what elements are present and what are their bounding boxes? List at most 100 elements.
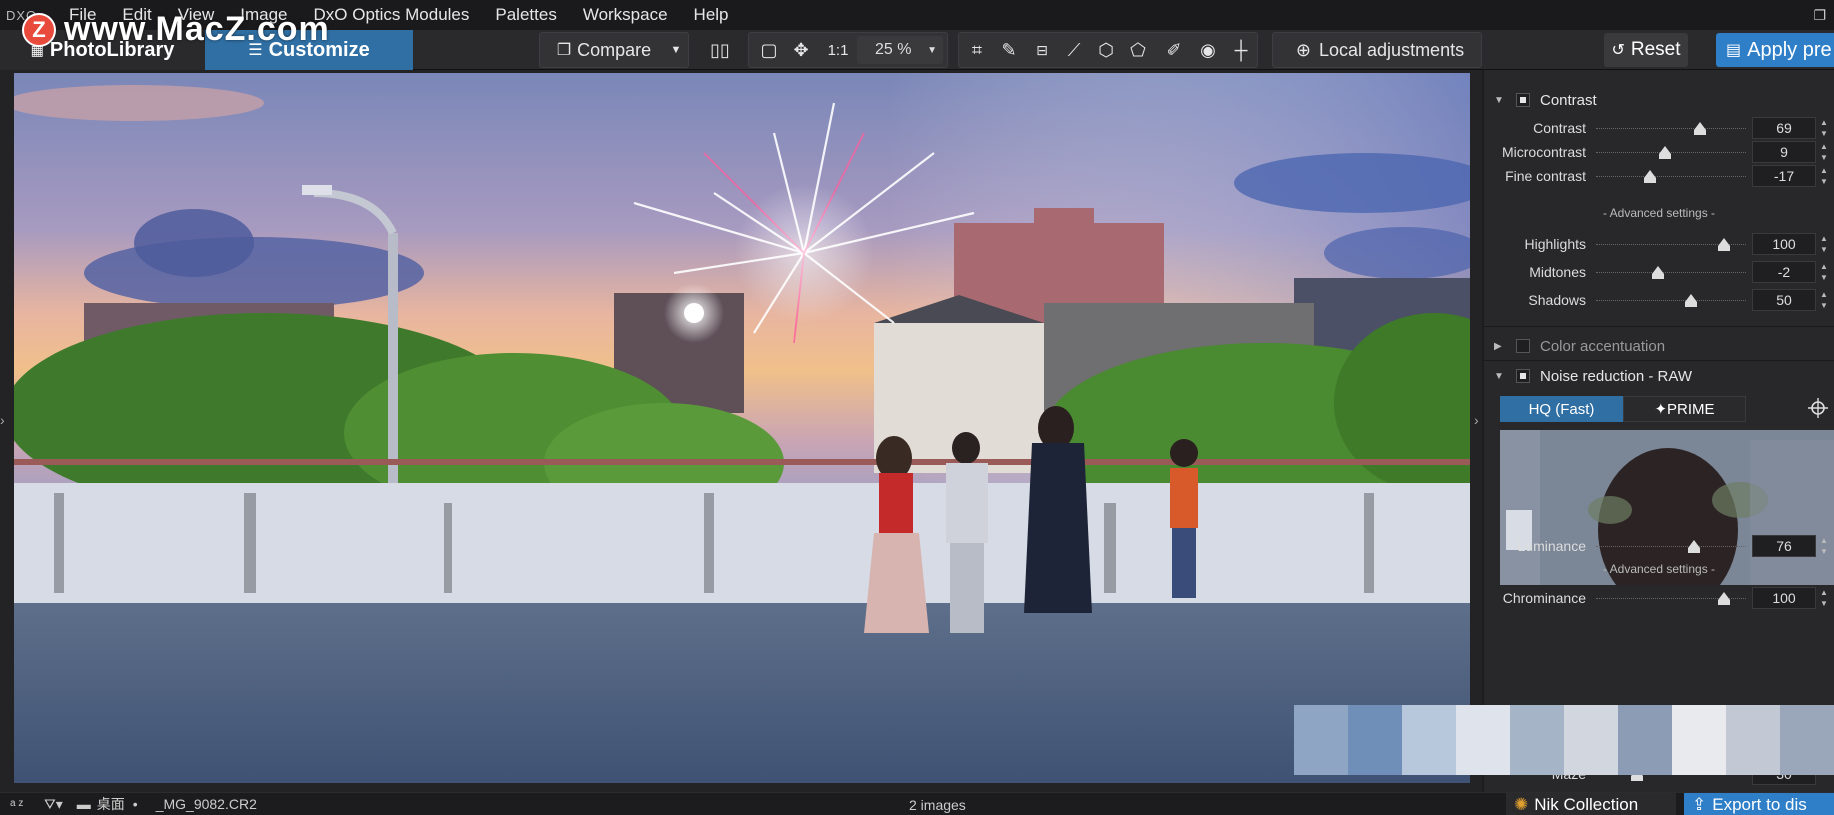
compare-dropdown-icon[interactable]: ▼: [666, 34, 686, 66]
contrast-enable-checkbox[interactable]: [1516, 93, 1530, 107]
value-field[interactable]: 9: [1752, 141, 1816, 163]
slider-thumb[interactable]: [1717, 592, 1730, 605]
folder-icon: ▬: [76, 796, 91, 812]
mode-prime-button[interactable]: ✦PRIME: [1623, 396, 1746, 422]
spinner-icon[interactable]: ▲ ▼: [1818, 261, 1830, 283]
filter-icon[interactable]: ⛛▾: [44, 796, 63, 813]
reset-icon: ↺: [1611, 42, 1625, 59]
menu-palettes[interactable]: Palettes: [482, 0, 569, 30]
watermark: Z www.MacZ.com: [22, 10, 330, 49]
value-field[interactable]: -2: [1752, 261, 1816, 283]
slider-track[interactable]: [1596, 592, 1746, 605]
repair-icon[interactable]: ✐: [1160, 34, 1188, 66]
contrast-advanced-settings[interactable]: - Advanced settings -: [1484, 206, 1834, 220]
value-field[interactable]: 69: [1752, 117, 1816, 139]
value-field[interactable]: 100: [1752, 587, 1816, 609]
settings-panel: ▼ Contrast Contrast 69 ▲ ▼ Microcontrast …: [1484, 70, 1834, 792]
contrast-section-header[interactable]: ▼ Contrast: [1484, 86, 1834, 114]
slider-label: Chrominance: [1502, 590, 1586, 606]
slider-highlights: Highlights 100 ▲ ▼: [1484, 230, 1834, 258]
compare-label: Compare: [577, 39, 652, 60]
photo-preview[interactable]: [14, 73, 1470, 783]
slider-thumb[interactable]: [1644, 170, 1656, 183]
zoom-select[interactable]: 25 % ▼: [857, 36, 943, 64]
slider-track[interactable]: [1596, 122, 1746, 135]
noise-reduction-section-header[interactable]: ▼ Noise reduction - RAW: [1484, 362, 1834, 390]
perspective-rect-icon[interactable]: ⬡: [1092, 34, 1120, 66]
noise-reduction-enable-checkbox[interactable]: [1516, 369, 1530, 383]
one-to-one-button[interactable]: 1:1: [820, 34, 856, 66]
value-field[interactable]: 100: [1752, 233, 1816, 255]
slider-label: Highlights: [1524, 236, 1586, 252]
folder-name[interactable]: 桌面: [97, 794, 125, 814]
spinner-icon[interactable]: ▲ ▼: [1818, 233, 1830, 255]
slider-thumb[interactable]: [1717, 238, 1730, 251]
slider-track[interactable]: [1596, 266, 1746, 279]
slider-thumb[interactable]: [1659, 146, 1671, 159]
nik-collection-button[interactable]: ✺ Nik Collection: [1506, 793, 1676, 815]
move-icon[interactable]: ✥: [788, 34, 814, 66]
split-view-icon[interactable]: ▯▯: [704, 34, 736, 66]
color-accentuation-enable-checkbox[interactable]: [1516, 339, 1530, 353]
section-divider: [1484, 326, 1834, 327]
perspective-icon[interactable]: ⟋: [1060, 34, 1088, 66]
slider-label: Contrast: [1533, 120, 1586, 136]
section-divider: [1484, 360, 1834, 361]
slider-shadows: Shadows 50 ▲ ▼: [1484, 286, 1834, 314]
apply-preset-button[interactable]: ▤ Apply pre: [1716, 33, 1834, 67]
slider-track[interactable]: [1596, 294, 1746, 307]
export-icon: ⇪: [1692, 794, 1707, 814]
left-panel-toggle-icon[interactable]: ›: [0, 412, 5, 428]
menu-workspace[interactable]: Workspace: [570, 0, 681, 30]
collapse-triangle-icon: ▼: [1494, 94, 1504, 106]
slider-thumb[interactable]: [1684, 294, 1697, 307]
slider-midtones: Midtones -2 ▲ ▼: [1484, 258, 1834, 286]
right-panel-toggle-icon[interactable]: ›: [1474, 412, 1479, 428]
guides-icon[interactable]: ┼: [1228, 34, 1254, 66]
menu-help[interactable]: Help: [681, 0, 742, 30]
spinner-icon[interactable]: ▲ ▼: [1818, 165, 1830, 187]
slider-label: Midtones: [1529, 264, 1586, 280]
slider-label: Microcontrast: [1501, 144, 1586, 160]
value-field[interactable]: 50: [1752, 289, 1816, 311]
slider-track[interactable]: [1596, 540, 1746, 553]
local-adjustments-label: Local adjustments: [1319, 39, 1465, 60]
spinner-icon[interactable]: ▲ ▼: [1818, 587, 1830, 609]
restore-window-icon[interactable]: ❐: [1813, 7, 1826, 24]
sort-icon[interactable]: a z: [10, 799, 24, 809]
spinner-icon[interactable]: ▲ ▼: [1818, 535, 1830, 557]
color-accentuation-section-header[interactable]: ▶ Color accentuation: [1484, 332, 1834, 360]
zoom-dropdown-icon: ▼: [927, 44, 937, 56]
value-field[interactable]: -17: [1752, 165, 1816, 187]
horizon-icon[interactable]: ⊟: [1028, 34, 1056, 66]
redaction-overlay: [1294, 705, 1834, 775]
compare-button[interactable]: ❐ Compare: [545, 34, 663, 66]
slider-track[interactable]: [1596, 170, 1746, 183]
slider-thumb[interactable]: [1651, 266, 1664, 279]
fit-screen-icon[interactable]: ▢: [756, 34, 782, 66]
watermark-badge: Z: [22, 12, 56, 47]
spinner-icon[interactable]: ▲ ▼: [1818, 289, 1830, 311]
eyedropper-icon[interactable]: ✎: [996, 34, 1022, 66]
slider-thumb[interactable]: [1687, 540, 1700, 553]
status-bar: a z ⛛▾ ▬ 桌面 • _MG_9082.CR2 2 images ✺ Ni…: [0, 792, 1834, 815]
target-crosshair-icon[interactable]: [1808, 398, 1828, 418]
spinner-icon[interactable]: ▲ ▼: [1818, 117, 1830, 139]
perspective-free-icon[interactable]: ⬠: [1124, 34, 1152, 66]
mode-hq-fast-button[interactable]: HQ (Fast): [1500, 396, 1623, 422]
slider-track[interactable]: [1596, 238, 1746, 251]
value-field[interactable]: 76: [1752, 535, 1816, 557]
noise-advanced-settings[interactable]: - Advanced settings -: [1484, 562, 1834, 576]
spinner-icon[interactable]: ▲ ▼: [1818, 141, 1830, 163]
photo-image: [14, 73, 1470, 783]
crop-icon[interactable]: ⌗: [964, 34, 990, 66]
slider-thumb[interactable]: [1693, 122, 1706, 135]
contrast-section-title: Contrast: [1540, 91, 1597, 109]
slider-track[interactable]: [1596, 146, 1746, 159]
export-to-disk-button[interactable]: ⇪ Export to dis: [1684, 793, 1834, 815]
reset-button[interactable]: ↺ Reset: [1604, 33, 1688, 67]
redeye-icon[interactable]: ◉: [1194, 34, 1222, 66]
slider-luminance: Luminance 76 ▲ ▼: [1484, 532, 1834, 560]
local-adjustments-button[interactable]: ⊕ Local adjustments: [1280, 34, 1480, 66]
color-accentuation-title: Color accentuation: [1540, 337, 1666, 355]
